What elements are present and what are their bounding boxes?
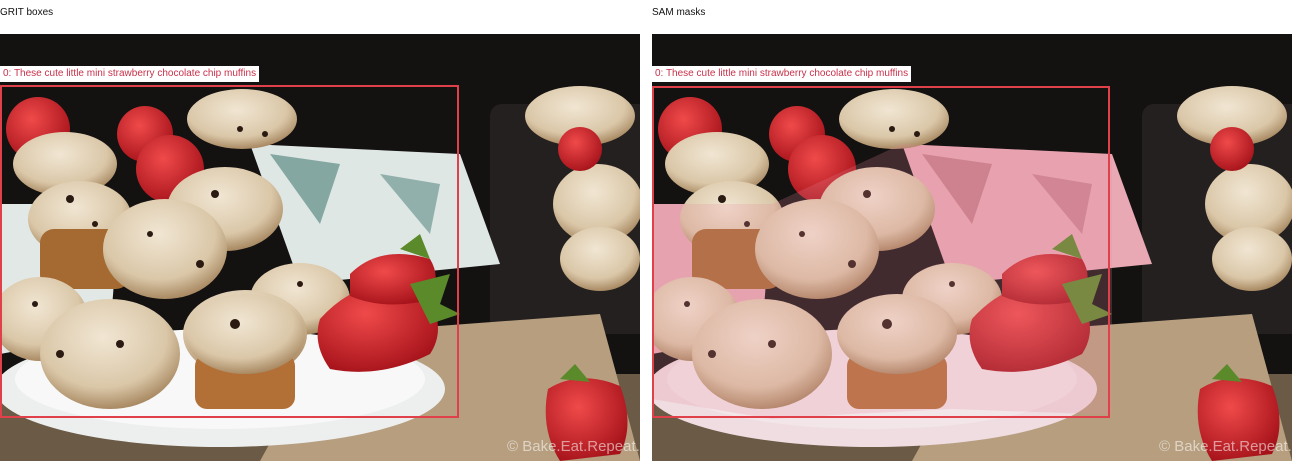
detection-label-right: 0: These cute little mini strawberry cho… — [652, 66, 912, 82]
grit-panel-title: GRIT boxes — [0, 7, 54, 18]
watermark-left: © Bake.Eat.Repeat. — [507, 438, 640, 455]
detection-box-right — [652, 86, 1110, 418]
detection-box — [0, 85, 459, 418]
sam-panel-title: SAM masks — [652, 7, 706, 18]
detection-label-left: 0: These cute little mini strawberry cho… — [0, 66, 260, 82]
watermark-right: © Bake.Eat.Repeat. — [1159, 438, 1292, 455]
